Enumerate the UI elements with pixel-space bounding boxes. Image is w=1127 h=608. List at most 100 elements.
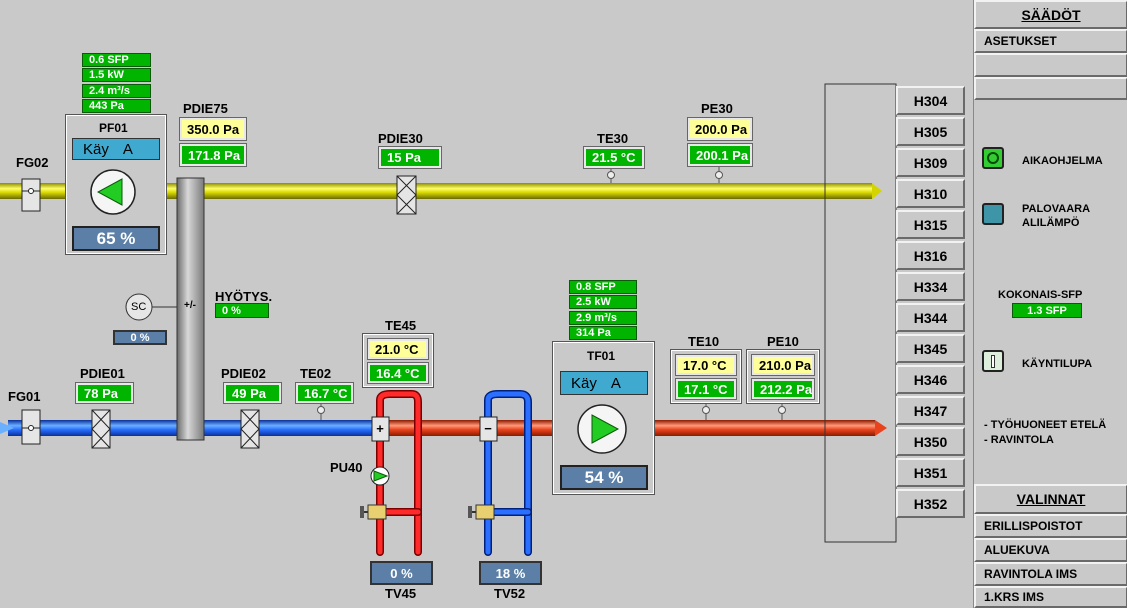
room-group-frame <box>824 83 897 543</box>
heat-exchanger-label: +/- <box>184 300 196 311</box>
aluekuva-link[interactable]: ALUEKUVA <box>974 538 1127 562</box>
1krs-ims-link[interactable]: 1.KRS IMS <box>974 586 1127 608</box>
pe30-setpoint[interactable]: 200.0 Pa <box>687 117 753 141</box>
kokonais-sfp-label: KOKONAIS-SFP <box>998 289 1083 301</box>
pe10-label: PE10 <box>767 334 799 349</box>
svg-text:−: − <box>484 421 492 436</box>
room-button-h346[interactable]: H346 <box>896 365 965 394</box>
pf01-status[interactable]: Käy A <box>72 138 160 160</box>
pe10-value: 212.2 Pa <box>751 378 815 400</box>
sc-value[interactable]: 0 % <box>113 330 167 345</box>
pf01-flow: 2.4 m³/s <box>82 84 151 98</box>
pf01-status-text: Käy <box>83 140 109 158</box>
sidebar-blank-button-2[interactable] <box>974 77 1127 100</box>
pdie75-setpoint[interactable]: 350.0 Pa <box>179 117 247 141</box>
tf01-pressure: 314 Pa <box>569 326 637 340</box>
ravintola-ims-link[interactable]: RAVINTOLA IMS <box>974 562 1127 586</box>
asetukset-button[interactable]: ASETUKSET <box>974 29 1127 53</box>
room-button-h305[interactable]: H305 <box>896 117 965 146</box>
pdie02-value: 49 Pa <box>223 382 282 404</box>
tf01-status-text: Käy <box>571 374 597 392</box>
room-button-h310[interactable]: H310 <box>896 179 965 208</box>
room-button-h344[interactable]: H344 <box>896 303 965 332</box>
te45-setpoint[interactable]: 21.0 °C <box>367 338 429 360</box>
te10-label: TE10 <box>688 334 720 349</box>
erillispoistot-link[interactable]: ERILLISPOISTOT <box>974 514 1127 538</box>
te30-value: 21.5 °C <box>583 146 645 169</box>
valinnat-header[interactable]: VALINNAT <box>974 484 1127 514</box>
valve-tv52-symbol[interactable] <box>468 504 495 520</box>
pdie02-label: PDIE02 <box>221 366 266 381</box>
saadot-header[interactable]: SÄÄDÖT <box>974 0 1127 29</box>
heat-recovery-value: 0 % <box>215 303 269 318</box>
pdie75-label: PDIE75 <box>183 101 228 116</box>
room-button-h351[interactable]: H351 <box>896 458 965 487</box>
room-button-h309[interactable]: H309 <box>896 148 965 177</box>
pump-pu40-label: PU40 <box>330 460 363 475</box>
pump-pu40-symbol[interactable] <box>370 466 390 486</box>
zone-ravintola-label: - RAVINTOLA <box>984 434 1054 446</box>
kayntilupa-label: KÄYNTILUPA <box>1022 358 1093 370</box>
pf01-speed[interactable]: 65 % <box>72 226 160 251</box>
room-button-h315[interactable]: H315 <box>896 210 965 239</box>
alarm-indicator-icon[interactable] <box>982 203 1004 225</box>
valve-tv45-label: TV45 <box>385 586 417 601</box>
pe10-setpoint[interactable]: 210.0 Pa <box>751 354 815 376</box>
pf01-mode: A <box>122 140 133 158</box>
heat-recovery-label: HYÖTYS. <box>215 289 273 304</box>
filter-pdie01 <box>91 409 111 449</box>
pf01-pressure: 443 Pa <box>82 99 151 113</box>
filter-pdie02 <box>240 409 260 449</box>
room-button-h352[interactable]: H352 <box>896 489 965 518</box>
room-button-h304[interactable]: H304 <box>896 86 965 115</box>
clock-icon[interactable] <box>982 147 1004 169</box>
te45-value: 16.4 °C <box>367 362 429 384</box>
damper-fg01[interactable] <box>21 409 41 445</box>
pdie01-value: 78 Pa <box>75 382 134 404</box>
damper-fg02[interactable] <box>21 178 41 212</box>
te45-label: TE45 <box>385 318 417 333</box>
room-button-h334[interactable]: H334 <box>896 272 965 301</box>
tf01-panel[interactable]: TF01 Käy A 54 % <box>552 341 655 495</box>
tf01-status[interactable]: Käy A <box>560 371 648 395</box>
te02-label: TE02 <box>300 366 332 381</box>
tf01-mode: A <box>610 374 621 392</box>
palovaara-label: PALOVAARA <box>1022 203 1091 215</box>
valve-tv52-label: TV52 <box>494 586 526 601</box>
pe30-value: 200.1 Pa <box>687 143 753 167</box>
damper-fg02-label: FG02 <box>16 155 49 170</box>
valve-tv45-symbol[interactable] <box>360 504 387 520</box>
pf01-fan-icon <box>90 169 136 215</box>
run-permit-icon[interactable] <box>982 350 1004 372</box>
pdie01-label: PDIE01 <box>80 366 125 381</box>
te30-label: TE30 <box>597 131 629 146</box>
tf01-power: 2.5 kW <box>569 295 637 309</box>
damper-fg01-label: FG01 <box>8 389 41 404</box>
svg-text:+: + <box>376 421 384 436</box>
room-button-h350[interactable]: H350 <box>896 427 965 456</box>
pf01-panel[interactable]: PF01 Käy A 65 % <box>65 114 167 255</box>
tf01-name: TF01 <box>587 349 616 363</box>
te10-value: 17.1 °C <box>675 378 737 400</box>
sidebar: SÄÄDÖT ASETUKSET AIKAOHJELMA PALOVAARA A… <box>973 0 1127 608</box>
te02-value: 16.7 °C <box>295 382 354 404</box>
sidebar-blank-button-1[interactable] <box>974 53 1127 77</box>
te10-setpoint[interactable]: 17.0 °C <box>675 354 737 376</box>
pdie30-value: 15 Pa <box>378 146 442 169</box>
tf01-fan-icon <box>577 404 627 454</box>
alilampo-label: ALILÄMPÖ <box>1022 217 1080 229</box>
room-button-h316[interactable]: H316 <box>896 241 965 270</box>
room-button-h345[interactable]: H345 <box>896 334 965 363</box>
valve-tv45-value[interactable]: 0 % <box>370 561 433 585</box>
valve-tv52-value[interactable]: 18 % <box>479 561 542 585</box>
pdie30-label: PDIE30 <box>378 131 423 146</box>
kokonais-sfp-value: 1.3 SFP <box>1012 303 1082 318</box>
filter-exhaust <box>396 175 417 215</box>
pf01-sfp: 0.6 SFP <box>82 53 151 67</box>
room-button-h347[interactable]: H347 <box>896 396 965 425</box>
pdie75-value: 171.8 Pa <box>179 143 247 167</box>
tf01-sfp: 0.8 SFP <box>569 280 637 294</box>
tf01-speed[interactable]: 54 % <box>560 465 648 490</box>
pf01-name: PF01 <box>99 121 128 135</box>
pe30-label: PE30 <box>701 101 733 116</box>
